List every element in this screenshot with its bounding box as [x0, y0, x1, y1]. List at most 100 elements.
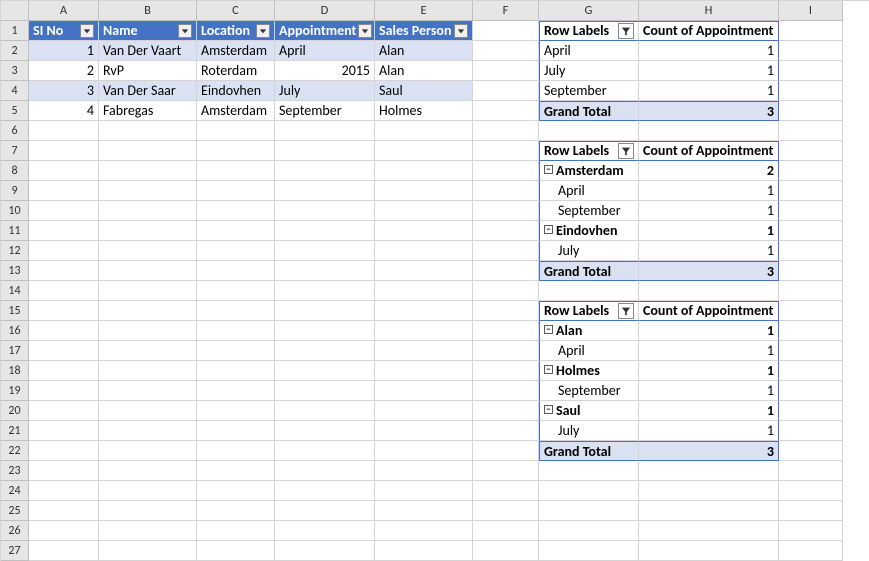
- cell[interactable]: [779, 441, 843, 461]
- cell[interactable]: [539, 501, 639, 521]
- cell[interactable]: [99, 201, 197, 221]
- cell[interactable]: [197, 121, 275, 141]
- cell[interactable]: [639, 541, 779, 561]
- pivot-group-value[interactable]: 1: [639, 321, 779, 341]
- cell[interactable]: [779, 141, 843, 161]
- cell[interactable]: [99, 141, 197, 161]
- cell[interactable]: [473, 101, 539, 121]
- row-header-17[interactable]: 17: [1, 341, 29, 361]
- col-header-H[interactable]: H: [639, 1, 779, 21]
- cell[interactable]: [29, 381, 99, 401]
- cell[interactable]: [197, 181, 275, 201]
- cell[interactable]: [99, 281, 197, 301]
- cell[interactable]: [197, 381, 275, 401]
- cell[interactable]: [375, 221, 473, 241]
- cell[interactable]: [275, 281, 375, 301]
- cell[interactable]: [473, 461, 539, 481]
- table-cell[interactable]: 2: [29, 61, 99, 81]
- cell[interactable]: [275, 161, 375, 181]
- row-header-18[interactable]: 18: [1, 361, 29, 381]
- cell[interactable]: [779, 61, 843, 81]
- col-header-C[interactable]: C: [197, 1, 275, 21]
- col-header-G[interactable]: G: [539, 1, 639, 21]
- row-header-12[interactable]: 12: [1, 241, 29, 261]
- cell[interactable]: [779, 121, 843, 141]
- col-header-A[interactable]: A: [29, 1, 99, 21]
- table-cell[interactable]: Holmes: [375, 101, 473, 121]
- cell[interactable]: [275, 341, 375, 361]
- cell[interactable]: [197, 221, 275, 241]
- collapse-icon[interactable]: −: [544, 225, 553, 234]
- cell[interactable]: [197, 481, 275, 501]
- table-header-e[interactable]: Sales Person: [375, 21, 473, 41]
- row-header-4[interactable]: 4: [1, 81, 29, 101]
- table-cell[interactable]: RvP: [99, 61, 197, 81]
- cell[interactable]: [375, 541, 473, 561]
- cell[interactable]: [275, 321, 375, 341]
- pivot-group-value[interactable]: 1: [639, 221, 779, 241]
- cell[interactable]: [473, 241, 539, 261]
- cell[interactable]: [779, 201, 843, 221]
- row-header-23[interactable]: 23: [1, 461, 29, 481]
- row-header-5[interactable]: 5: [1, 101, 29, 121]
- cell[interactable]: [473, 341, 539, 361]
- row-header-20[interactable]: 20: [1, 401, 29, 421]
- cell[interactable]: [197, 441, 275, 461]
- filter-dropdown-icon[interactable]: [80, 24, 94, 38]
- cell[interactable]: [275, 301, 375, 321]
- cell[interactable]: [779, 541, 843, 561]
- cell[interactable]: [29, 161, 99, 181]
- cell[interactable]: [473, 81, 539, 101]
- pivot-group-value[interactable]: 1: [639, 361, 779, 381]
- table-cell[interactable]: Eindovhen: [197, 81, 275, 101]
- cell[interactable]: [539, 121, 639, 141]
- cell[interactable]: [473, 281, 539, 301]
- pivot-row-value[interactable]: 1: [639, 61, 779, 81]
- cell[interactable]: [473, 381, 539, 401]
- cell[interactable]: [473, 261, 539, 281]
- cell[interactable]: [275, 461, 375, 481]
- cell[interactable]: [99, 541, 197, 561]
- table-cell[interactable]: July: [275, 81, 375, 101]
- row-header-15[interactable]: 15: [1, 301, 29, 321]
- collapse-icon[interactable]: −: [544, 365, 553, 374]
- cell[interactable]: [375, 441, 473, 461]
- pivot-filter-icon[interactable]: [618, 143, 634, 159]
- pivot-row-label[interactable]: July: [539, 61, 639, 81]
- cell[interactable]: [375, 281, 473, 301]
- cell[interactable]: [29, 501, 99, 521]
- cell[interactable]: [539, 521, 639, 541]
- cell[interactable]: [99, 461, 197, 481]
- pivot-group-label[interactable]: −Alan: [539, 321, 639, 341]
- col-header-D[interactable]: D: [275, 1, 375, 21]
- row-header-24[interactable]: 24: [1, 481, 29, 501]
- cell[interactable]: [29, 221, 99, 241]
- cell[interactable]: [99, 521, 197, 541]
- cell[interactable]: [29, 181, 99, 201]
- cell[interactable]: [197, 301, 275, 321]
- pivot-total-label[interactable]: Grand Total: [539, 261, 639, 281]
- cell[interactable]: [275, 381, 375, 401]
- cell[interactable]: [639, 521, 779, 541]
- row-header-21[interactable]: 21: [1, 421, 29, 441]
- pivot-child-label[interactable]: April: [539, 341, 639, 361]
- cell[interactable]: [375, 261, 473, 281]
- cell[interactable]: [473, 401, 539, 421]
- cell[interactable]: [99, 401, 197, 421]
- cell[interactable]: [375, 361, 473, 381]
- cell[interactable]: [29, 261, 99, 281]
- cell[interactable]: [197, 201, 275, 221]
- pivot-total-value[interactable]: 3: [639, 101, 779, 121]
- pivot-group-label[interactable]: −Eindovhen: [539, 221, 639, 241]
- cell[interactable]: [197, 401, 275, 421]
- select-all[interactable]: [1, 1, 29, 21]
- table-cell[interactable]: Alan: [375, 41, 473, 61]
- cell[interactable]: [29, 541, 99, 561]
- row-header-6[interactable]: 6: [1, 121, 29, 141]
- pivot-child-value[interactable]: 1: [639, 341, 779, 361]
- cell[interactable]: [473, 361, 539, 381]
- col-header-I[interactable]: I: [779, 1, 843, 21]
- collapse-icon[interactable]: −: [544, 165, 553, 174]
- pivot-filter-icon[interactable]: [618, 303, 634, 319]
- cell[interactable]: [779, 461, 843, 481]
